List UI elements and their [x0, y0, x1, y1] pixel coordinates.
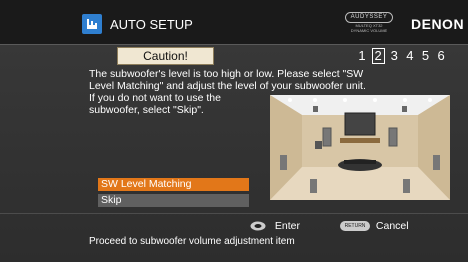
step-2-current: 2 — [371, 48, 385, 64]
step-5: 5 — [421, 48, 430, 63]
step-indicator: 1 2 3 4 5 6 — [356, 48, 447, 64]
cancel-label: Cancel — [375, 220, 409, 232]
option-sw-level-matching[interactable]: SW Level Matching — [98, 178, 249, 191]
audyssey-logo: AUDYSSEY MULTEQ XT32 DYNAMIC VOLUME — [344, 12, 394, 36]
setup-wizard-icon — [82, 14, 102, 34]
message-line-2: Level Matching" and adjust the level of … — [89, 80, 366, 92]
audyssey-subtitle-2: DYNAMIC VOLUME — [350, 28, 388, 33]
step-6: 6 — [437, 48, 445, 63]
enter-hint: Enter — [250, 220, 300, 232]
help-text: Proceed to subwoofer volume adjustment i… — [89, 236, 295, 247]
page-title: AUTO SETUP — [110, 17, 193, 32]
option-skip[interactable]: Skip — [98, 194, 249, 207]
brand-logo: DENON — [411, 16, 465, 32]
enter-label: Enter — [274, 220, 301, 232]
speaker-room-illustration — [270, 95, 450, 200]
step-4: 4 — [406, 48, 414, 63]
header-bar: AUTO SETUP AUDYSSEY MULTEQ XT32 DYNAMIC … — [0, 0, 468, 45]
auto-setup-screen: AUTO SETUP AUDYSSEY MULTEQ XT32 DYNAMIC … — [0, 0, 468, 262]
step-3: 3 — [390, 48, 398, 63]
footer-divider — [0, 213, 468, 214]
return-button-icon: RETURN — [340, 221, 370, 232]
message-line-1: The subwoofer's level is too high or low… — [89, 68, 364, 80]
caution-label: Caution! — [117, 47, 214, 65]
cancel-hint: RETURN Cancel — [340, 220, 409, 232]
step-1: 1 — [358, 48, 366, 63]
audyssey-badge: AUDYSSEY — [345, 12, 393, 23]
enter-button-icon — [250, 221, 266, 231]
